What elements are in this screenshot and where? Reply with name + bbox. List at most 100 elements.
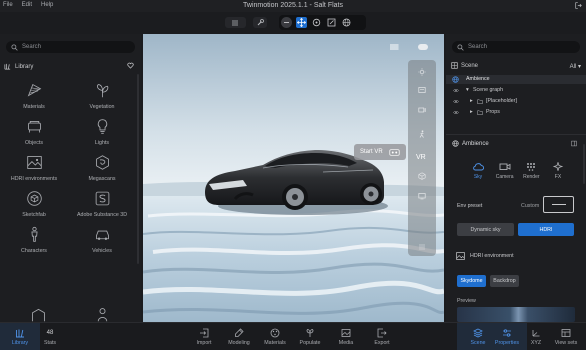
- dynamic-sky-button[interactable]: Dynamic sky: [457, 223, 514, 236]
- export-label: Export: [374, 340, 390, 346]
- window-title: Twinmotion 2025.1.1 - Salt Flats: [243, 2, 343, 9]
- scene-filter-dropdown[interactable]: All ▾: [570, 63, 581, 70]
- screen-icon[interactable]: [418, 192, 426, 200]
- vr-label[interactable]: VR: [416, 154, 426, 161]
- library-item-hdri-environments[interactable]: HDRI environments: [0, 154, 68, 190]
- exit-icon[interactable]: [575, 2, 582, 9]
- bookmark-icon[interactable]: [418, 244, 426, 252]
- tree-row-ambience[interactable]: Ambience: [446, 75, 586, 84]
- layers-icon: [232, 20, 238, 26]
- rotate-tool-button[interactable]: [311, 17, 322, 28]
- ambience-title: Ambience: [462, 141, 489, 147]
- library-item-lights[interactable]: Lights: [68, 118, 136, 154]
- library-item-megascans[interactable]: Megascans: [68, 154, 136, 190]
- tree-expand-icon[interactable]: ▸: [470, 98, 473, 104]
- start-vr-button[interactable]: Start VR: [354, 144, 406, 160]
- library-header: Library: [4, 62, 134, 71]
- materials-button[interactable]: Materials: [255, 328, 295, 346]
- populate-button[interactable]: Populate: [290, 328, 330, 346]
- tab-sky[interactable]: Sky: [466, 162, 490, 180]
- library-item-label: Sketchfab: [22, 212, 46, 218]
- ambience-tabs: Sky Camera Render FX: [466, 162, 570, 180]
- tree-label-ambience: Ambience: [466, 76, 490, 82]
- library-item-label: HDRI environments: [10, 176, 58, 182]
- env-preset-thumbnail[interactable]: [543, 196, 574, 213]
- hdri-image-icon: [456, 252, 465, 260]
- move-tool-button[interactable]: [296, 17, 307, 28]
- library-scrollbar[interactable]: [137, 74, 139, 264]
- viewport-grid-icon[interactable]: [390, 44, 399, 50]
- export-button[interactable]: Export: [362, 328, 402, 346]
- tab-fx[interactable]: FX: [546, 162, 570, 180]
- tree-row-placeholder[interactable]: ▸ [Placeholder]: [446, 97, 586, 106]
- layers-tool-button[interactable]: [225, 17, 246, 28]
- sun-icon[interactable]: [418, 68, 426, 76]
- populate-icon: [306, 329, 314, 337]
- properties-scrollbar[interactable]: [583, 144, 585, 184]
- globe-icon: [452, 140, 459, 147]
- library-item-vegetation[interactable]: Vegetation: [68, 82, 136, 118]
- favorites-heart-icon[interactable]: [127, 62, 134, 69]
- hdri-button[interactable]: HDRI: [518, 223, 574, 236]
- library-item-sketchfab[interactable]: Sketchfab: [0, 190, 68, 226]
- library-item-adobe-substance-3d[interactable]: Adobe Substance 3D: [68, 190, 136, 226]
- divider: [446, 134, 586, 135]
- scene-render: [143, 34, 444, 322]
- viewport-toggle[interactable]: [418, 44, 428, 50]
- library-item-label: Characters: [21, 248, 47, 254]
- media-icon: [341, 329, 351, 337]
- backdrop-button[interactable]: Backdrop: [490, 275, 519, 287]
- stats-label: Stats: [43, 340, 57, 346]
- library-search-input[interactable]: Search: [6, 41, 135, 53]
- view-sets-button[interactable]: View sets: [546, 328, 586, 346]
- tab-camera[interactable]: Camera: [493, 162, 517, 180]
- scale-tool-button[interactable]: [326, 17, 337, 28]
- people-icon: [97, 308, 108, 322]
- library-item-characters[interactable]: Characters: [0, 226, 68, 262]
- view-sets-label: View sets: [554, 340, 578, 346]
- tree-expand-icon[interactable]: ▾: [466, 87, 469, 93]
- populate-label: Populate: [299, 340, 321, 346]
- library-item-vehicles[interactable]: Vehicles: [68, 226, 136, 262]
- scene-title: Scene: [461, 63, 479, 69]
- library-title: Library: [15, 63, 34, 70]
- library-item-label: Materials: [23, 104, 45, 110]
- scene-search-input[interactable]: Search: [452, 41, 580, 53]
- selection-mode-button[interactable]: [281, 17, 292, 28]
- tree-row-scene-graph[interactable]: ▾ Scene graph: [446, 86, 586, 95]
- tree-expand-icon[interactable]: ▸: [470, 109, 473, 115]
- media-button[interactable]: Media: [326, 328, 366, 346]
- hdri-icon: [26, 156, 42, 169]
- tab-render[interactable]: Render: [519, 162, 543, 180]
- cube-icon[interactable]: [418, 172, 426, 180]
- scale-icon: [327, 18, 336, 27]
- vehicles-icon: [95, 230, 109, 240]
- library-item-materials[interactable]: Materials: [0, 82, 68, 118]
- eye-icon[interactable]: [453, 110, 459, 115]
- media-label: Media: [338, 340, 354, 346]
- skydome-button[interactable]: Skydome: [457, 275, 486, 287]
- world-space-button[interactable]: [341, 17, 352, 28]
- cloud-icon: [473, 163, 484, 171]
- camera-view-icon[interactable]: [418, 106, 426, 114]
- view-mode-icon[interactable]: [418, 86, 426, 94]
- materials-label: Materials: [264, 340, 286, 346]
- tools-button[interactable]: [253, 17, 267, 28]
- collapse-panel-icon[interactable]: [571, 140, 577, 147]
- modeling-button[interactable]: Modeling: [219, 328, 259, 346]
- stats-button[interactable]: 48 Stats: [30, 328, 70, 346]
- library-item-objects[interactable]: Objects: [0, 118, 68, 154]
- import-icon: [200, 328, 209, 338]
- globe-icon: [452, 76, 459, 83]
- library-icon: [16, 329, 24, 338]
- xyz-label: XYZ: [530, 340, 542, 346]
- eye-icon[interactable]: [453, 88, 459, 93]
- stats-value: 48: [46, 330, 54, 336]
- walk-mode-icon[interactable]: [418, 130, 426, 138]
- eye-icon[interactable]: [453, 99, 459, 104]
- globe-icon: [342, 18, 351, 27]
- 3d-viewport[interactable]: VR Start VR: [143, 34, 444, 322]
- megascans-icon: [95, 155, 109, 170]
- import-button[interactable]: Import: [184, 328, 224, 346]
- tree-row-props[interactable]: ▸ Props: [446, 108, 586, 117]
